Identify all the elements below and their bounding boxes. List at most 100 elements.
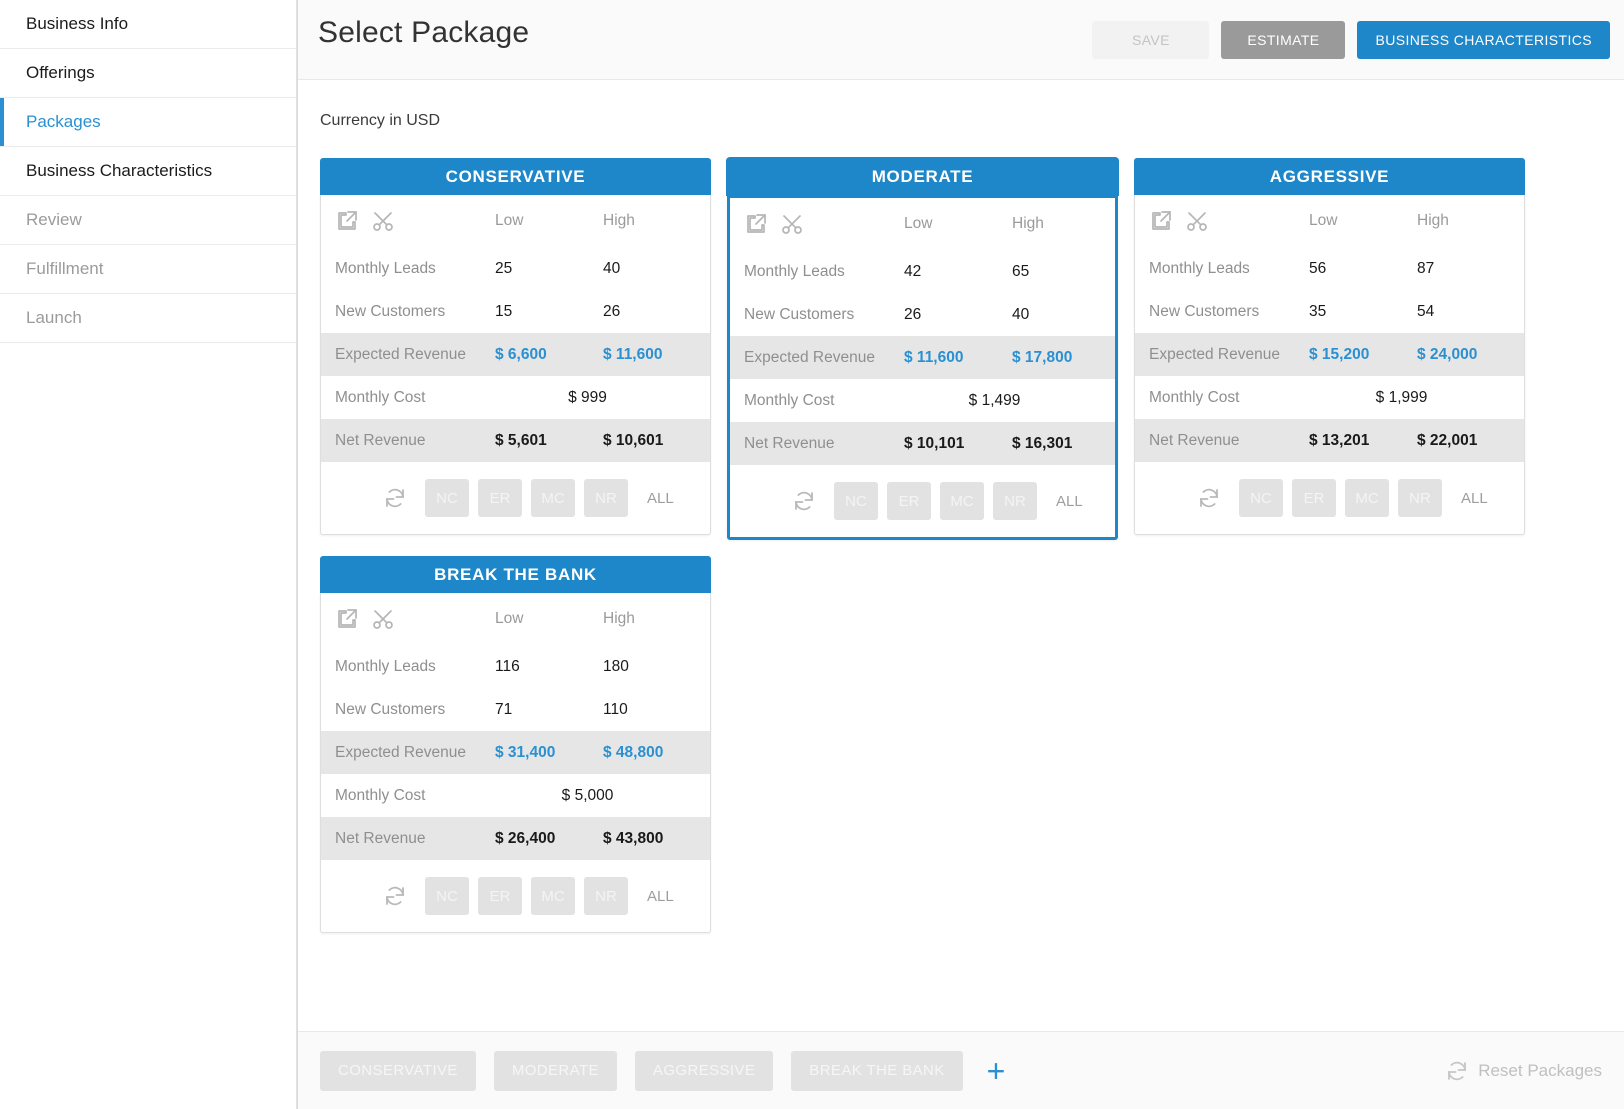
row-label: New Customers xyxy=(335,302,446,320)
sidebar-item-business-characteristics[interactable]: Business Characteristics xyxy=(0,147,296,196)
row-monthly-cost: Monthly Cost $ 1,499 xyxy=(730,379,1115,422)
row-value-low: 25 xyxy=(495,259,513,277)
row-value-monthly-cost: $ 999 xyxy=(568,388,607,406)
package-tab-conservative[interactable]: CONSERVATIVE xyxy=(320,1050,476,1091)
package-tab-aggressive[interactable]: AGGRESSIVE xyxy=(634,1050,774,1091)
sidebar-item-fulfillment[interactable]: Fulfillment xyxy=(0,245,296,294)
tag-button-nr[interactable]: NR xyxy=(993,482,1037,520)
scissors-icon[interactable] xyxy=(1185,209,1209,233)
business-characteristics-button[interactable]: BUSINESS CHARACTERISTICS xyxy=(1357,21,1610,59)
package-card[interactable]: BREAK THE BANK Low High Monthly Leads 116 180… xyxy=(320,556,711,933)
app-root: Business Info Offerings Packages Business C… xyxy=(0,0,1624,1109)
reset-packages-button[interactable]: Reset Packages xyxy=(1445,1059,1602,1083)
package-card-title[interactable]: BREAK THE BANK xyxy=(320,556,711,593)
row-expected-revenue: Expected Revenue $ 15,200 $ 24,000 xyxy=(1135,333,1524,376)
row-value-low: 35 xyxy=(1309,302,1327,320)
page-title: Select Package xyxy=(318,16,530,49)
row-value-low: 116 xyxy=(495,657,520,675)
column-header-high: High xyxy=(1417,212,1449,229)
tag-button-er[interactable]: ER xyxy=(887,482,931,520)
tag-button-mc[interactable]: MC xyxy=(531,479,575,517)
sidebar-item-label: Review xyxy=(26,210,82,229)
package-tab-moderate[interactable]: MODERATE xyxy=(493,1050,617,1091)
tag-button-nr[interactable]: NR xyxy=(1398,479,1442,517)
row-label: Expected Revenue xyxy=(744,348,875,366)
tag-button-all[interactable]: ALL xyxy=(1457,490,1492,507)
package-tab-break-the-bank[interactable]: BREAK THE BANK xyxy=(791,1050,963,1091)
scissors-icon[interactable] xyxy=(371,607,395,631)
row-value-high: $ 22,001 xyxy=(1417,431,1478,449)
tag-button-nc[interactable]: NC xyxy=(1239,479,1283,517)
tag-button-nr[interactable]: NR xyxy=(584,479,628,517)
sidebar-item-review[interactable]: Review xyxy=(0,196,296,245)
tag-button-mc[interactable]: MC xyxy=(940,482,984,520)
row-label: Monthly Cost xyxy=(335,786,426,804)
sidebar-item-offerings[interactable]: Offerings xyxy=(0,49,296,98)
tag-button-er[interactable]: ER xyxy=(1292,479,1336,517)
package-card[interactable]: AGGRESSIVE Low High Monthly Leads 56 87 New Cu… xyxy=(1134,158,1525,540)
scissors-icon[interactable] xyxy=(780,212,804,236)
package-card-body: Low High Monthly Leads 56 87 New Customers 35 5… xyxy=(1134,195,1525,535)
open-external-icon[interactable] xyxy=(335,209,359,233)
bottom-bar: CONSERVATIVE MODERATE AGGRESSIVE BREAK THE … xyxy=(298,1031,1624,1109)
refresh-icon[interactable] xyxy=(1197,486,1221,510)
tag-button-nr[interactable]: NR xyxy=(584,877,628,915)
tag-button-all[interactable]: ALL xyxy=(643,888,678,905)
refresh-icon[interactable] xyxy=(792,489,816,513)
column-header-low: Low xyxy=(904,215,933,232)
sidebar-item-packages[interactable]: Packages xyxy=(0,98,296,147)
tag-button-nc[interactable]: NC xyxy=(425,479,469,517)
row-value-low: $ 31,400 xyxy=(495,743,556,761)
row-value-high: 65 xyxy=(1012,262,1030,280)
row-label: Monthly Cost xyxy=(335,388,426,406)
sidebar-item-business-info[interactable]: Business Info xyxy=(0,0,296,49)
package-card-title[interactable]: AGGRESSIVE xyxy=(1134,158,1525,195)
package-card[interactable]: CONSERVATIVE Low High Monthly Leads 25 40 New … xyxy=(320,158,711,540)
sidebar-item-label: Offerings xyxy=(26,63,95,82)
tag-button-all[interactable]: ALL xyxy=(1052,493,1087,510)
package-table-header: Low High xyxy=(1135,195,1524,247)
tag-button-mc[interactable]: MC xyxy=(1345,479,1389,517)
row-value-high: $ 11,600 xyxy=(603,345,663,363)
row-value-high: 110 xyxy=(603,700,628,718)
row-label: Monthly Cost xyxy=(744,391,835,409)
package-card-footer: NC ER MC NR ALL xyxy=(321,860,710,932)
refresh-icon[interactable] xyxy=(383,486,407,510)
refresh-icon[interactable] xyxy=(383,884,407,908)
row-monthly-cost: Monthly Cost $ 999 xyxy=(321,376,710,419)
tag-button-mc[interactable]: MC xyxy=(531,877,575,915)
row-value-high: $ 43,800 xyxy=(603,829,664,847)
tag-button-nc[interactable]: NC xyxy=(834,482,878,520)
row-value-high: $ 48,800 xyxy=(603,743,664,761)
top-bar: Select Package SAVE ESTIMATE BUSINESS CH… xyxy=(298,0,1624,80)
scissors-icon[interactable] xyxy=(371,209,395,233)
open-external-icon[interactable] xyxy=(744,212,768,236)
package-card-title[interactable]: MODERATE xyxy=(727,158,1118,195)
row-new-customers: New Customers 35 54 xyxy=(1135,290,1524,333)
tag-button-er[interactable]: ER xyxy=(478,479,522,517)
save-button[interactable]: SAVE xyxy=(1092,21,1210,59)
package-card-grid: CONSERVATIVE Low High Monthly Leads 25 40 New … xyxy=(320,158,1560,933)
add-package-button[interactable]: + xyxy=(981,1055,1012,1087)
row-value-high: $ 16,301 xyxy=(1012,434,1073,452)
tag-button-er[interactable]: ER xyxy=(478,877,522,915)
open-external-icon[interactable] xyxy=(1149,209,1173,233)
package-card-title[interactable]: CONSERVATIVE xyxy=(320,158,711,195)
row-new-customers: New Customers 26 40 xyxy=(730,293,1115,336)
package-card-footer: NC ER MC NR ALL xyxy=(730,465,1115,537)
tag-button-nc[interactable]: NC xyxy=(425,877,469,915)
package-card[interactable]: MODERATE Low High Monthly Leads 42 65 New Cust… xyxy=(727,158,1118,540)
row-label: Expected Revenue xyxy=(335,743,466,761)
sidebar-item-launch[interactable]: Launch xyxy=(0,294,296,343)
row-value-low: $ 13,201 xyxy=(1309,431,1370,449)
tag-button-all[interactable]: ALL xyxy=(643,490,678,507)
estimate-button[interactable]: ESTIMATE xyxy=(1221,21,1346,59)
open-external-icon[interactable] xyxy=(335,607,359,631)
row-value-monthly-cost: $ 5,000 xyxy=(561,786,614,804)
package-card-body: Low High Monthly Leads 25 40 New Customers 15 2… xyxy=(320,195,711,535)
column-header-high: High xyxy=(603,610,635,627)
package-table-header: Low High xyxy=(730,198,1115,250)
row-value-high: 40 xyxy=(603,259,621,277)
row-value-high: 40 xyxy=(1012,305,1030,323)
row-label: Expected Revenue xyxy=(335,345,466,363)
